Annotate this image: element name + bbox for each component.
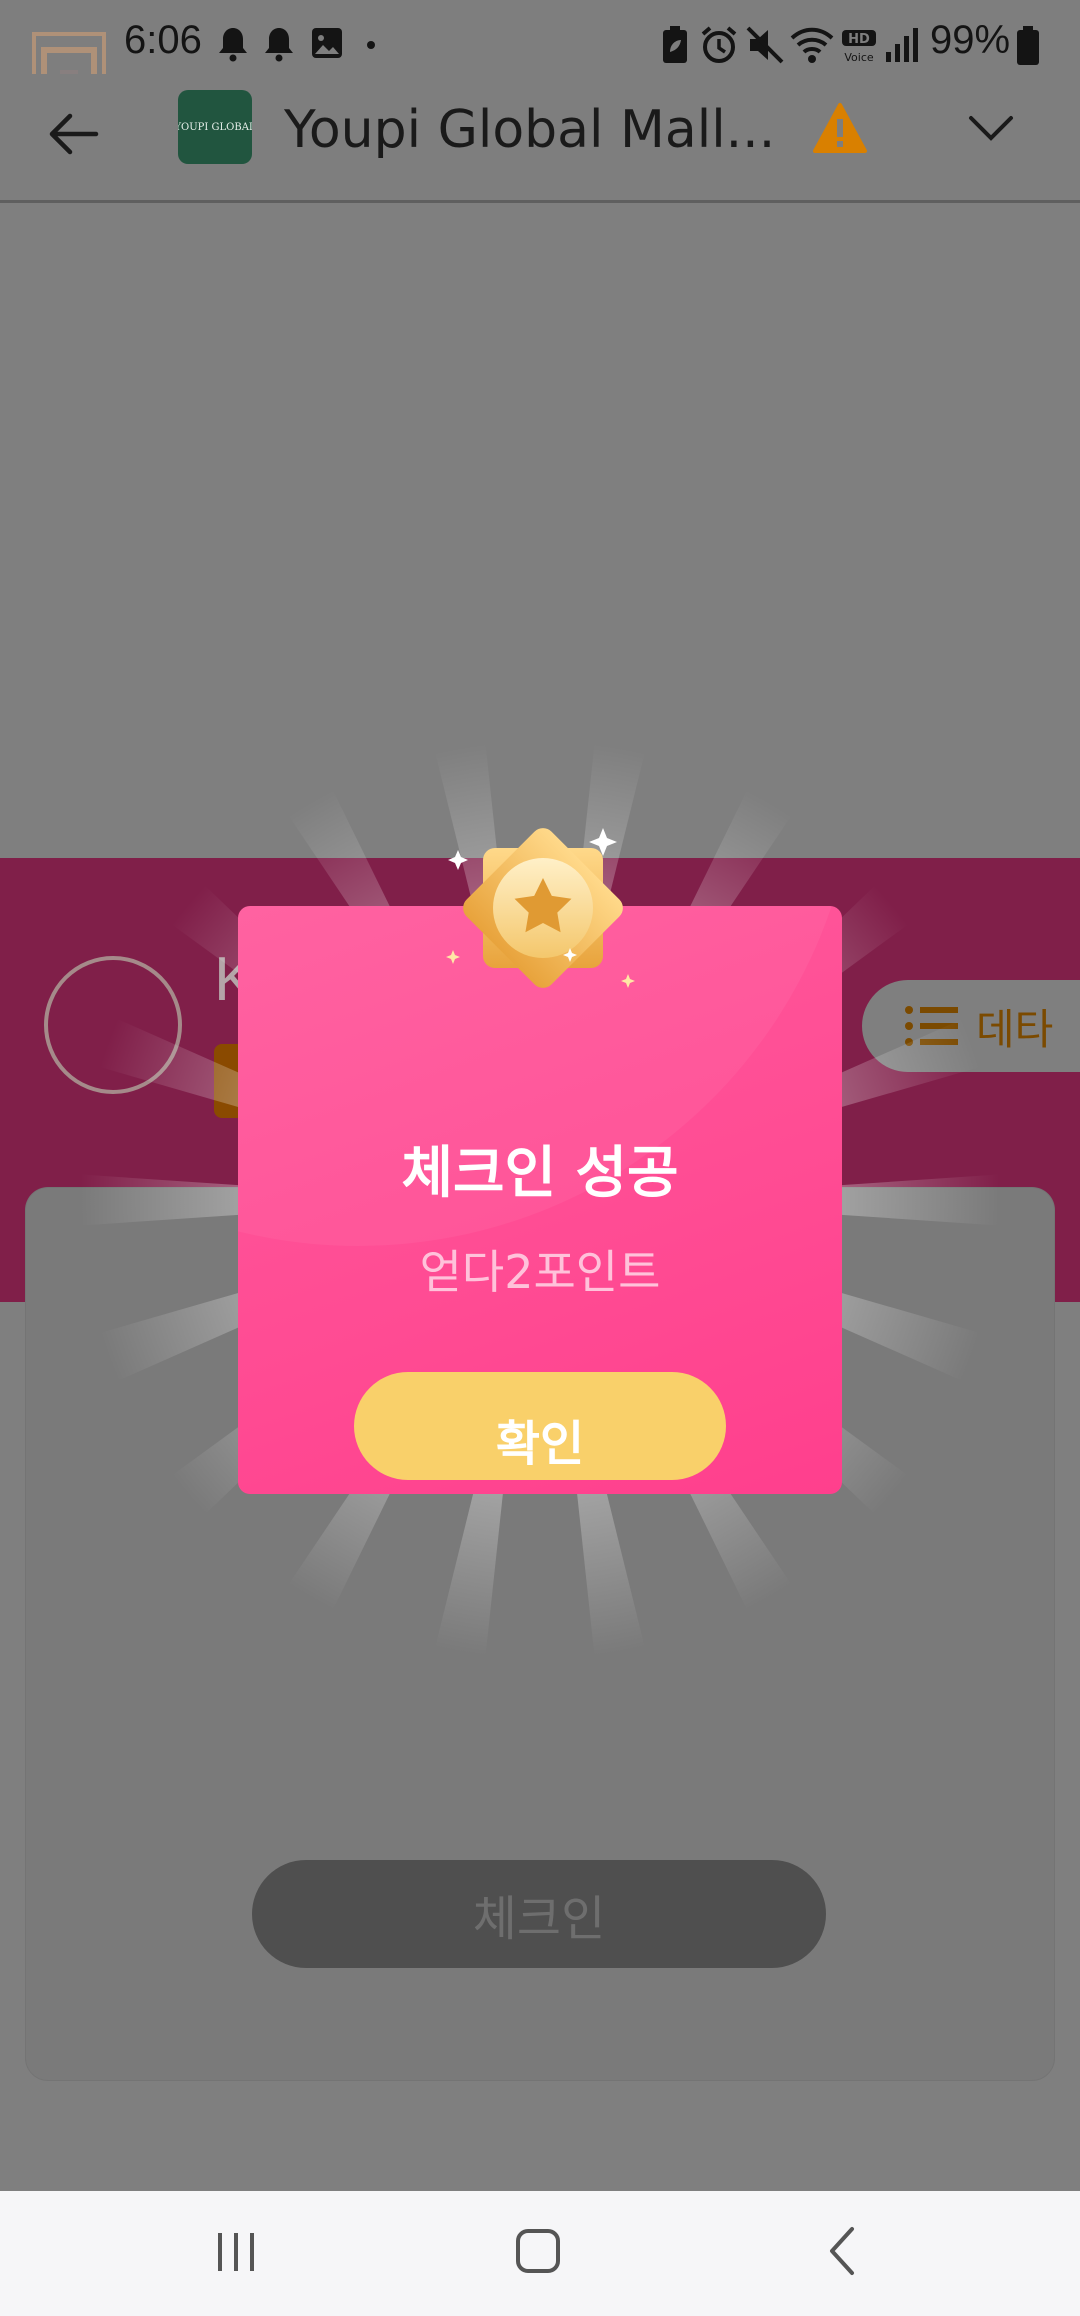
- confirm-button[interactable]: 확인: [354, 1372, 726, 1480]
- home-icon[interactable]: [512, 2219, 564, 2279]
- system-nav-bar: [0, 2191, 1080, 2316]
- mute-icon: [746, 26, 784, 64]
- image-icon: [312, 28, 342, 58]
- site-logo-text: YOUPI GLOBAL: [178, 121, 252, 133]
- alarm-icon: [701, 26, 737, 63]
- wifi-icon: [790, 27, 834, 63]
- detail-button[interactable]: 데타: [862, 980, 1080, 1072]
- svg-text:Voice: Voice: [844, 51, 874, 64]
- back-arrow-icon[interactable]: [44, 104, 104, 164]
- back-nav-icon[interactable]: [820, 2219, 864, 2279]
- list-icon: [905, 1006, 958, 1046]
- battery-icon: [1017, 26, 1039, 65]
- dialog-subtitle: 얻다2포인트: [419, 1245, 661, 1299]
- svg-text:HD: HD: [848, 32, 870, 47]
- battery-saver-icon: [663, 26, 687, 63]
- avatar: [44, 956, 182, 1094]
- hd-voice-icon: HD Voice: [842, 30, 876, 64]
- detail-button-label: 데타: [976, 1004, 1054, 1054]
- browser-header: YOUPI GLOBAL Youpi Global Mall...: [0, 74, 1080, 202]
- recent-apps-icon[interactable]: [212, 2219, 260, 2279]
- dot-icon: [367, 41, 375, 49]
- signal-icon: [886, 28, 918, 62]
- status-time: 6:06: [124, 18, 202, 62]
- checkin-button[interactable]: 체크인: [252, 1860, 826, 1968]
- warning-icon[interactable]: [812, 102, 868, 154]
- page-title: Youpi Global Mall...: [284, 100, 776, 160]
- site-logo: YOUPI GLOBAL: [178, 90, 252, 164]
- notification-bell-icon: [219, 28, 247, 62]
- dialog-title: 체크인 성공: [401, 1141, 679, 1206]
- notification-bell-icon: [265, 28, 293, 62]
- battery-percentage: 99%: [930, 18, 1011, 62]
- star-medal-icon: [446, 828, 635, 988]
- chevron-down-icon[interactable]: [966, 110, 1016, 146]
